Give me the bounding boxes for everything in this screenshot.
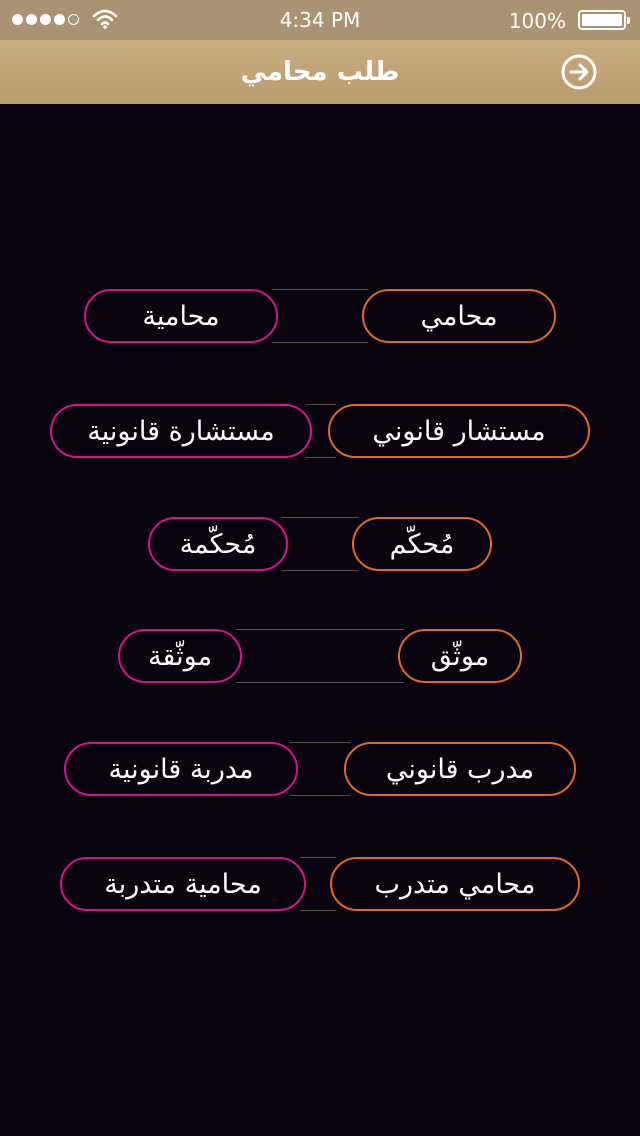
pair-connector [236,629,404,683]
legal-consultant-male-button[interactable]: مستشار قانوني [328,404,590,458]
battery-icon [578,10,630,30]
navigation-bar: طلب محامي [0,40,640,104]
legal-consultant-female-button[interactable]: مستشارة قانونية [50,404,312,458]
lawyer-male-button[interactable]: محامي [362,289,556,343]
page-title: طلب محامي [240,57,400,87]
arbitrator-male-button[interactable]: مُحكّم [352,517,492,571]
pair-connector [290,742,350,796]
lawyer-female-button[interactable]: محامية [84,289,278,343]
back-arrow-icon[interactable] [560,53,598,91]
notary-female-button[interactable]: موثّقة [118,629,242,683]
trainee-lawyer-male-button[interactable]: محامي متدرب [330,857,580,911]
legal-trainer-female-button[interactable]: مدربة قانونية [64,742,298,796]
arbitrator-female-button[interactable]: مُحكّمة [148,517,288,571]
notary-male-button[interactable]: موثّق [398,629,522,683]
trainee-lawyer-female-button[interactable]: محامية متدربة [60,857,306,911]
pair-connector [272,289,368,343]
pair-connector [282,517,358,571]
legal-trainer-male-button[interactable]: مدرب قانوني [344,742,576,796]
status-bar: 4:34 PM 100% [0,0,640,40]
battery-percentage: 100% [508,9,566,33]
